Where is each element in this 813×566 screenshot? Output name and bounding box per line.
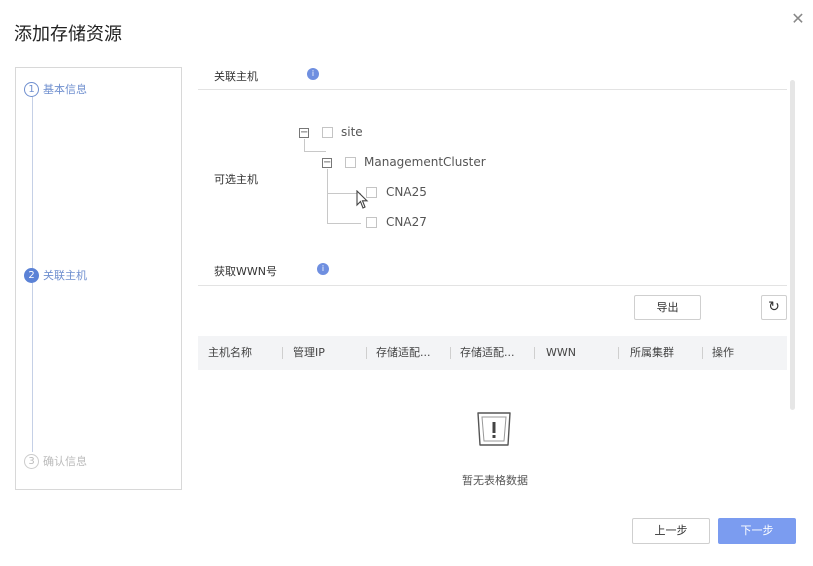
column-header-adapter-1[interactable]: 存储适配... <box>376 336 448 370</box>
hosts-section-title: 关联主机 <box>214 70 258 83</box>
column-separator <box>366 347 367 359</box>
info-icon[interactable]: i <box>317 263 329 275</box>
scrollbar-thumb[interactable] <box>790 80 795 410</box>
column-header-host-name[interactable]: 主机名称 <box>208 336 278 370</box>
step-number: 1 <box>24 81 39 97</box>
tree-node-cluster[interactable]: ManagementCluster <box>364 155 486 169</box>
step-label: 确认信息 <box>43 455 87 468</box>
refresh-icon[interactable]: ↻ <box>761 295 787 320</box>
tree-connector <box>304 139 305 151</box>
tree-node-cna25[interactable]: CNA25 <box>386 185 427 199</box>
tree-connector <box>327 169 328 224</box>
tree-node-cna27[interactable]: CNA27 <box>386 215 427 229</box>
column-header-actions[interactable]: 操作 <box>712 336 772 370</box>
export-button[interactable]: 导出 <box>634 295 701 320</box>
step-basic-info[interactable]: 1 基本信息 <box>24 81 87 97</box>
site-checkbox[interactable] <box>322 127 333 138</box>
empty-state-text: 暂无表格数据 <box>462 474 528 487</box>
column-separator <box>282 347 283 359</box>
column-separator <box>450 347 451 359</box>
host-checkbox-cna27[interactable] <box>366 217 377 228</box>
column-header-mgmt-ip[interactable]: 管理IP <box>293 336 363 370</box>
next-step-button[interactable]: 下一步 <box>718 518 796 544</box>
section-divider <box>198 285 787 286</box>
column-header-adapter-2[interactable]: 存储适配... <box>460 336 532 370</box>
step-number: 3 <box>24 453 39 469</box>
column-separator <box>534 347 535 359</box>
step-label: 基本信息 <box>43 83 87 96</box>
tree-connector <box>304 151 326 152</box>
column-header-wwn[interactable]: WWN <box>546 336 606 370</box>
step-associate-hosts[interactable]: 2 关联主机 <box>24 267 87 283</box>
info-icon[interactable]: i <box>307 68 319 80</box>
step-confirm-info: 3 确认信息 <box>24 453 87 469</box>
wwn-section-title: 获取WWN号 <box>214 265 277 278</box>
mouse-cursor-icon <box>356 190 369 209</box>
dialog-title: 添加存储资源 <box>14 24 122 45</box>
close-icon[interactable]: ✕ <box>788 9 808 29</box>
collapse-icon[interactable]: − <box>299 128 309 138</box>
table-header: 主机名称 管理IP 存储适配... 存储适配... WWN 所属集群 操作 <box>198 336 787 370</box>
column-separator <box>618 347 619 359</box>
tree-connector <box>327 223 361 224</box>
empty-data-icon <box>477 412 511 446</box>
column-header-cluster[interactable]: 所属集群 <box>630 336 700 370</box>
step-number: 2 <box>24 267 39 283</box>
collapse-icon[interactable]: − <box>322 158 332 168</box>
column-separator <box>702 347 703 359</box>
cluster-checkbox[interactable] <box>345 157 356 168</box>
step-label: 关联主机 <box>43 269 87 282</box>
section-divider <box>198 89 787 90</box>
selectable-hosts-label: 可选主机 <box>214 173 258 186</box>
tree-node-site[interactable]: site <box>341 125 363 139</box>
previous-step-button[interactable]: 上一步 <box>632 518 710 544</box>
